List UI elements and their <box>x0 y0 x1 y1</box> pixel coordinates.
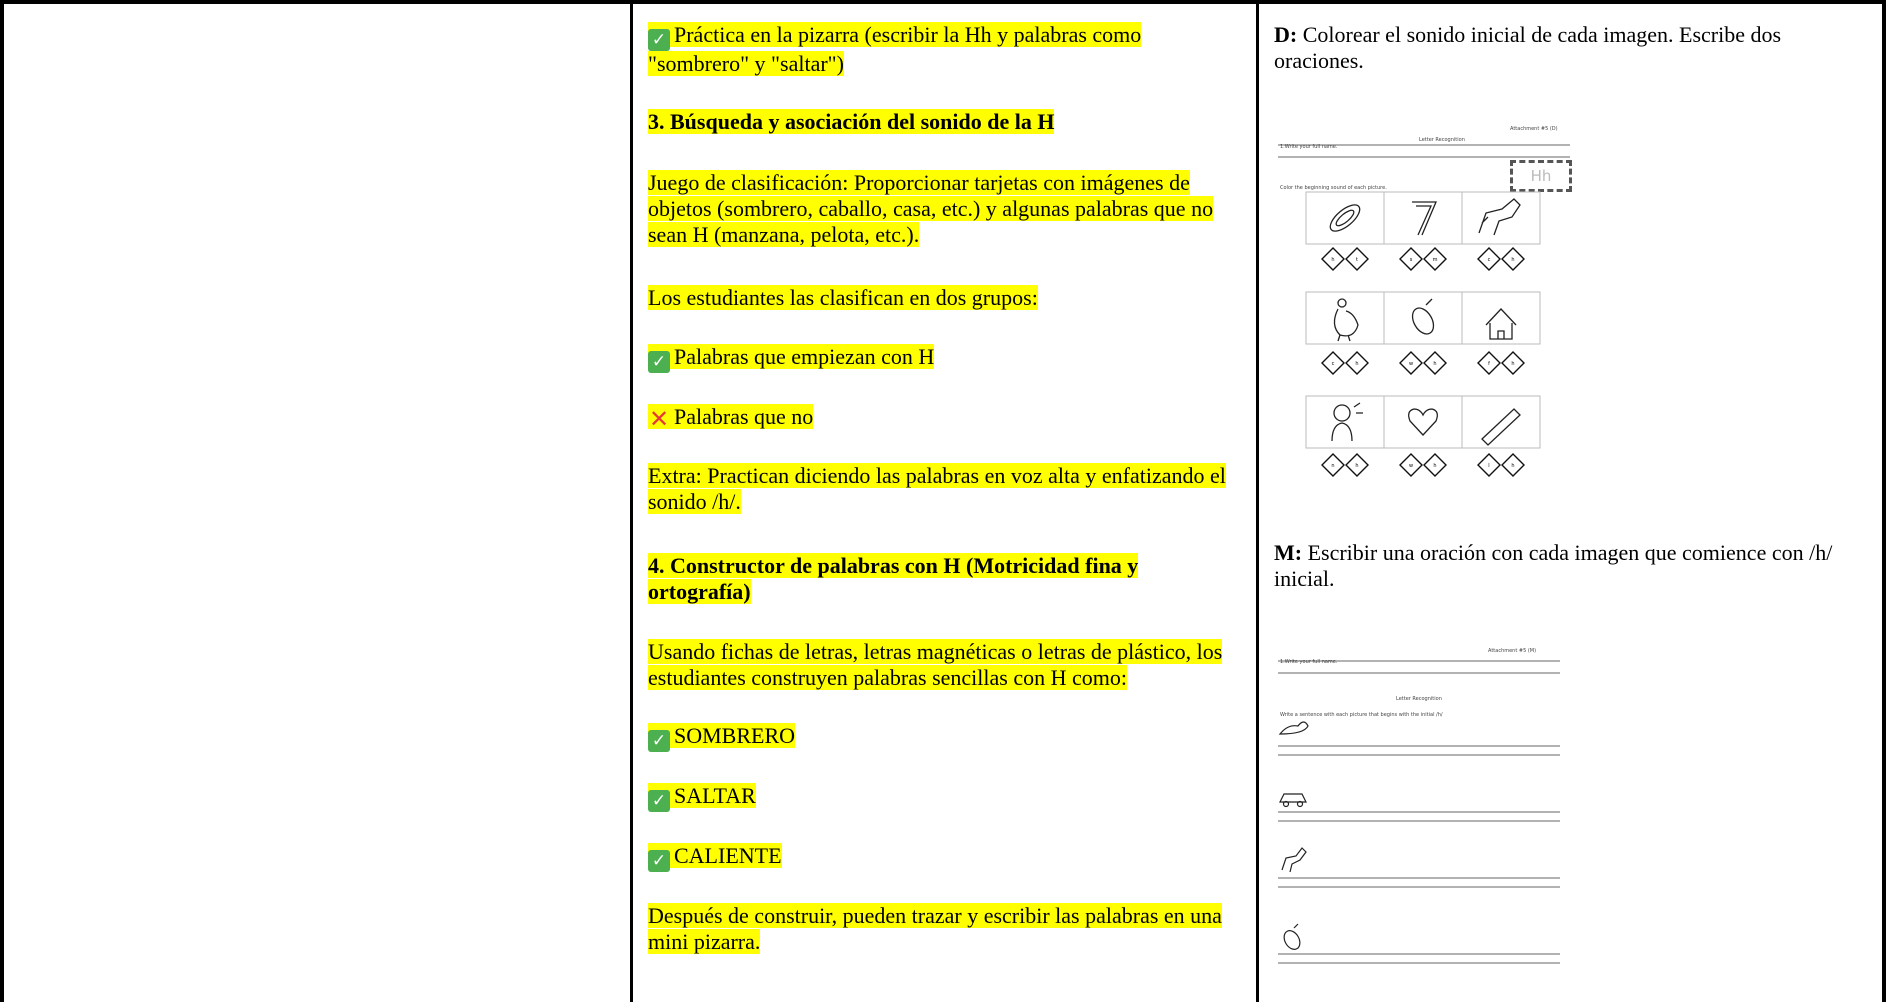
section-heading: 3. Búsqueda y asociación del sonido de l… <box>648 109 1055 134</box>
choice-letter: h <box>1511 463 1514 469</box>
choice-letter: f <box>1488 361 1490 367</box>
list-item: ✓ CALIENTE <box>648 843 1246 872</box>
horse-icon <box>1281 847 1307 873</box>
heart-icon <box>1408 408 1438 436</box>
choice-letter: h <box>1331 257 1334 263</box>
choice-letter: h <box>1355 463 1358 469</box>
check-icon: ✓ <box>648 351 670 373</box>
hotdog-icon <box>1329 204 1361 232</box>
paragraph: ✓ Práctica en la pizarra (escribir la Hh … <box>648 22 1142 76</box>
check-icon: ✓ <box>648 730 670 752</box>
check-icon: ✓ <box>648 790 670 812</box>
choice-letter: c <box>1488 257 1491 263</box>
choice-letter: n <box>1331 463 1334 469</box>
worksheet-graphics <box>1278 660 1560 964</box>
choice-letter: h <box>1511 361 1514 367</box>
choice-letter: s <box>1410 257 1413 263</box>
paragraph: D: Colorear el sonido inicial de cada im… <box>1274 22 1782 73</box>
paragraph: Juego de clasificación: Proporcionar tar… <box>648 170 1214 247</box>
paragraph: Usando fichas de letras, letras magnétic… <box>648 639 1223 690</box>
list-item: ✓ SALTAR <box>648 783 1246 812</box>
paragraph: Extra: Practican diciendo las palabras e… <box>648 463 1226 514</box>
column-divider <box>630 0 633 1002</box>
column-divider <box>1256 0 1259 1002</box>
choice-letter: h <box>1433 361 1436 367</box>
choice-diamonds: h t s m c h c h w h f h n h w h l h <box>1321 247 1525 477</box>
house-icon <box>1485 308 1517 340</box>
worksheet-thumbnail: Attachment #5 (M) 1.Write your full name… <box>1274 634 1564 974</box>
check-icon: ✓ <box>648 850 670 872</box>
eggplant-icon <box>1411 298 1435 335</box>
check-icon: ✓ <box>648 29 670 51</box>
choice-letter: h <box>1511 257 1514 263</box>
list-item: ✓ SOMBRERO <box>648 723 1246 752</box>
car-icon <box>1279 793 1307 808</box>
choice-letter: m <box>1433 257 1438 263</box>
paragraph: Los estudiantes las clasifican en dos gr… <box>648 285 1038 310</box>
choice-letter: l <box>1488 463 1489 469</box>
choice-letter: t <box>1356 257 1358 263</box>
hen-icon <box>1333 298 1359 342</box>
list-item: ✕ Palabras que no <box>648 404 814 433</box>
cross-icon: ✕ <box>648 405 670 433</box>
paragraph: M: Escribir una oración con cada imagen … <box>1274 540 1833 591</box>
choice-letter: w <box>1409 361 1413 367</box>
pipe-icon <box>1481 408 1521 446</box>
choice-letter: w <box>1409 463 1413 469</box>
choice-letter: h <box>1433 463 1436 469</box>
horse-icon <box>1478 198 1521 236</box>
worksheet-graphics: h t s m c h c h w h f h n h w h l h <box>1278 144 1570 477</box>
section-heading: 4. Constructor de palabras con H (Motric… <box>648 553 1139 604</box>
eggplant-icon <box>1283 923 1301 950</box>
girl-icon <box>1331 402 1363 442</box>
hat-icon <box>1278 721 1309 735</box>
paragraph: Después de construir, pueden trazar y es… <box>648 903 1222 954</box>
choice-letter: h <box>1355 361 1358 367</box>
seven-icon <box>1412 201 1437 236</box>
list-item: ✓ Palabras que empiezan con H <box>648 344 1246 373</box>
worksheet-thumbnail: Attachment #5 (D) Letter Recognition 1.W… <box>1274 113 1574 483</box>
choice-letter: c <box>1332 361 1335 367</box>
